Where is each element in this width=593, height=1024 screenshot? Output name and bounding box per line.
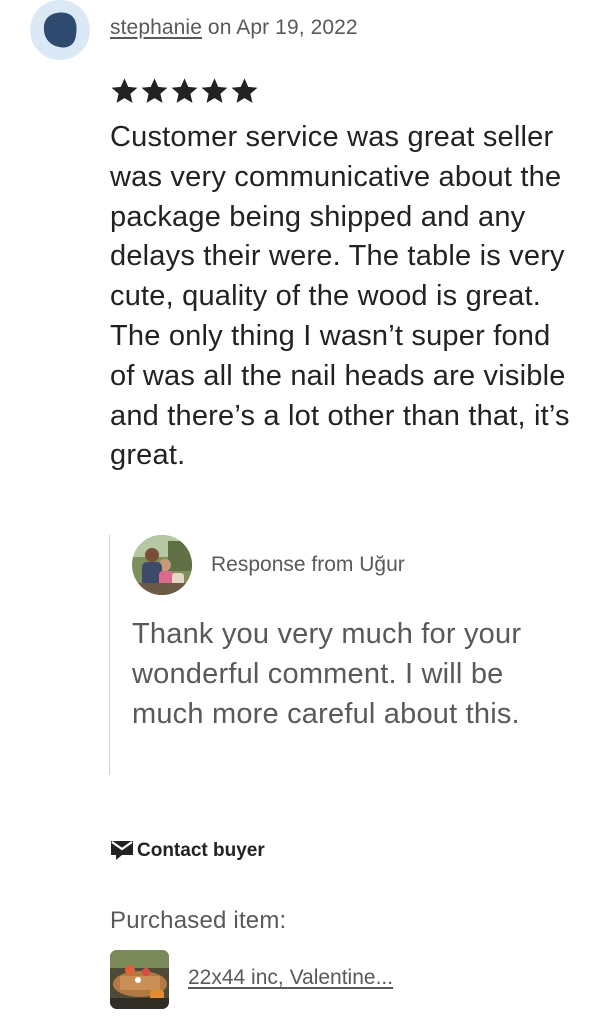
response-from-label: Response from Uğur [211, 553, 405, 576]
product-photo-icon [110, 950, 169, 1009]
star-icon [141, 78, 168, 103]
reviewer-avatar-blob-icon [43, 12, 77, 48]
response-text: Thank you very much for your wonderful c… [132, 618, 522, 730]
purchased-item-link[interactable]: 22x44 inc, Valentine... [188, 966, 393, 990]
seller-photo-icon [132, 535, 192, 595]
review-date: on Apr 19, 2022 [207, 16, 358, 39]
seller-avatar [132, 535, 192, 595]
review-text: Customer service was great seller was ve… [110, 121, 570, 472]
reviewer-avatar[interactable] [30, 0, 90, 60]
contact-buyer-button[interactable]: Contact buyer [110, 840, 265, 862]
review-meta: stephanie on Apr 19, 2022 [110, 16, 358, 40]
purchased-item-thumbnail[interactable] [110, 950, 169, 1009]
star-icon [231, 78, 258, 103]
reviewer-username-link[interactable]: stephanie [110, 16, 202, 39]
envelope-icon [111, 841, 133, 860]
star-rating [110, 76, 260, 110]
contact-buyer-label: Contact buyer [137, 840, 265, 861]
seller-response: Response from Uğur Thank you very much f… [109, 535, 580, 775]
star-icon [201, 78, 228, 103]
purchased-item-label: Purchased item: [110, 907, 287, 934]
star-icon [171, 78, 198, 103]
star-icon [111, 78, 138, 103]
